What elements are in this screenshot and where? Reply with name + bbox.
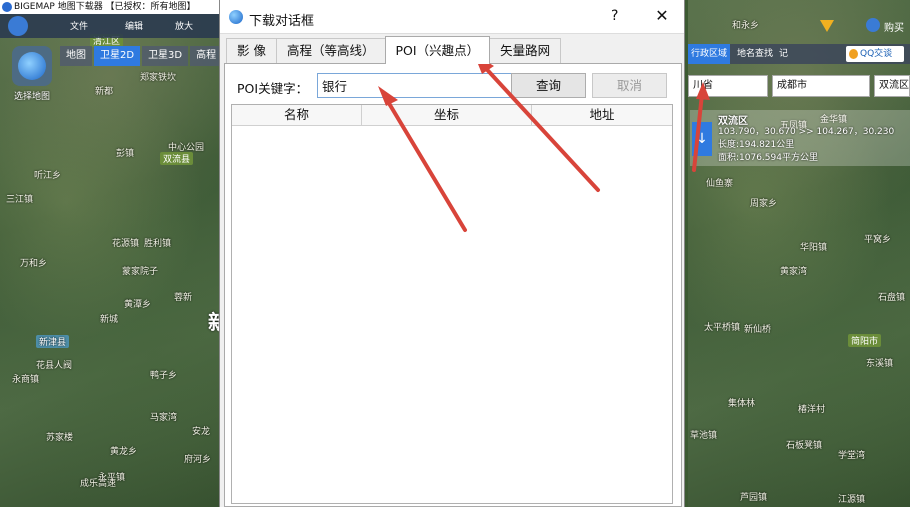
layer-satellite-3d-button[interactable]: 卫星3D [142,46,189,66]
right-toolbar: 购买 [688,14,910,38]
column-header-name[interactable]: 名称 [232,105,362,125]
region-coords: 103.790，30.670 >> 104.267，30.230 [718,127,895,137]
tab-imagery[interactable]: 影 像 [226,38,277,63]
poi-panel: POI关键字： 查询 取消 名称 坐标 地址 [224,63,682,507]
column-header-address[interactable]: 地址 [532,105,672,125]
select-map-label: 选择地图 [13,92,50,102]
dialog-globe-icon [229,10,243,24]
map-label: 芦园镇 [740,493,768,503]
map-label: 鸭子乡 [150,371,178,381]
map-label: 蓉新 [174,293,193,303]
tab-place-search[interactable]: 地名查找 [734,44,776,64]
map-label: 听江乡 [34,171,62,181]
tab-admin-region[interactable]: 行政区域 [688,44,731,64]
map-label: 平窝乡 [864,235,892,245]
district-select[interactable]: 双流区 [874,75,910,97]
map-label: 石板凳镇 [786,441,823,451]
map-label: 华阳镇 [800,243,828,253]
map-label: 蒙家院子 [122,267,159,277]
bigemap-logo-icon [2,2,12,12]
cancel-button[interactable]: 取消 [592,73,667,98]
map-label: 东溪镇 [866,359,894,369]
map-label: 郑家铁坎 [140,73,177,83]
map-label: 彭镇 [116,149,135,159]
buy-button[interactable]: 购买 [884,19,904,34]
layer-elevation-button[interactable]: 高程 [190,46,223,66]
query-button[interactable]: 查询 [511,73,586,98]
map-label: 周家乡 [750,199,778,209]
map-label: 成乐高速 [80,479,117,489]
poi-keyword-label: POI关键字： [237,81,309,96]
tab-elevation[interactable]: 高程（等高线） [275,38,386,63]
map-label: 石盘镇 [878,293,906,303]
download-dialog: 下载对话框 ? ✕ 影 像 高程（等高线） POI（兴趣点） 矢量路网 POI关… [219,0,685,507]
map-label: 新津县 [36,335,70,348]
map-label: 黄龙乡 [110,447,138,457]
table-header: 名称 坐标 地址 [232,105,672,126]
earth-icon [12,46,52,86]
close-button[interactable]: ✕ [652,6,672,25]
map-label: 简阳市 [848,334,882,347]
map-label: 新仙桥 [744,325,772,335]
file-menu[interactable]: 文件 [70,19,88,32]
map-label: 府河乡 [184,455,212,465]
map-label: 集体林 [728,399,756,409]
map-label: 安龙 [192,427,211,437]
qq-chat-button[interactable]: QQ交谈 [846,46,904,62]
map-label: 胜利镇 [144,239,172,249]
map-label: 双流县 [160,152,194,165]
map-label: 花县人阀 [36,361,73,371]
help-button[interactable]: ? [611,8,618,24]
map-label: 草池镇 [690,431,718,441]
region-length: 长度:194.821公里 [718,140,795,150]
column-header-coordinates[interactable]: 坐标 [362,105,532,125]
edit-menu[interactable]: 编辑 [125,19,143,32]
map-label: 马家湾 [150,413,178,423]
map-label: 永商镇 [12,375,40,385]
zoom-in-button[interactable]: 放大 [175,19,193,32]
map-label: 椿洋村 [798,405,826,415]
map-label: 新城 [100,315,119,325]
layer-switcher: 地图 卫星2D 卫星3D 高程 [60,46,223,66]
map-label: 花源镇 [112,239,140,249]
dialog-tabs: 影 像 高程（等高线） POI（兴趣点） 矢量路网 [226,36,562,64]
main-toolbar: 文件 编辑 放大 [0,14,220,38]
download-icon[interactable]: ↓ [692,122,712,156]
layer-map-button[interactable]: 地图 [60,46,92,66]
map-label: 苏家楼 [46,433,74,443]
tab-poi[interactable]: POI（兴趣点） [384,36,491,64]
map-label: 学堂湾 [838,451,866,461]
map-label: 新都 [95,87,114,97]
tab-record[interactable]: 记 [776,44,791,64]
map-label: 江源镇 [838,495,866,505]
map-label: 黄家湾 [780,267,808,277]
app-title-bar: BIGEMAP 地图下载器 【已授权：所有地图】 [0,0,220,14]
dialog-title-bar[interactable]: 下载对话框 ? ✕ [220,0,684,34]
poi-results-table[interactable]: 名称 坐标 地址 [231,104,673,504]
select-map-button[interactable]: 选择地图 [6,44,58,104]
map-label: 太平桥镇 [704,323,741,333]
map-label: 仙鱼寨 [706,179,734,189]
map-label: 黄潭乡 [124,300,152,310]
city-select[interactable]: 成都市 [772,75,870,97]
poi-keyword-input[interactable] [317,73,513,98]
map-label: 三江镇 [6,195,34,205]
region-area: 面积:1076.594平方公里 [718,153,818,163]
province-select[interactable]: 川省 [688,75,768,97]
app-title: BIGEMAP 地图下载器 【已授权：所有地图】 [14,2,196,12]
dialog-title: 下载对话框 [249,14,315,29]
tab-vector-roads[interactable]: 矢量路网 [489,38,562,63]
globe-icon[interactable] [8,16,28,36]
map-label: 万和乡 [20,259,48,269]
cart-icon [866,18,880,32]
diamond-icon [820,20,834,32]
layer-satellite-2d-button[interactable]: 卫星2D [94,46,141,66]
